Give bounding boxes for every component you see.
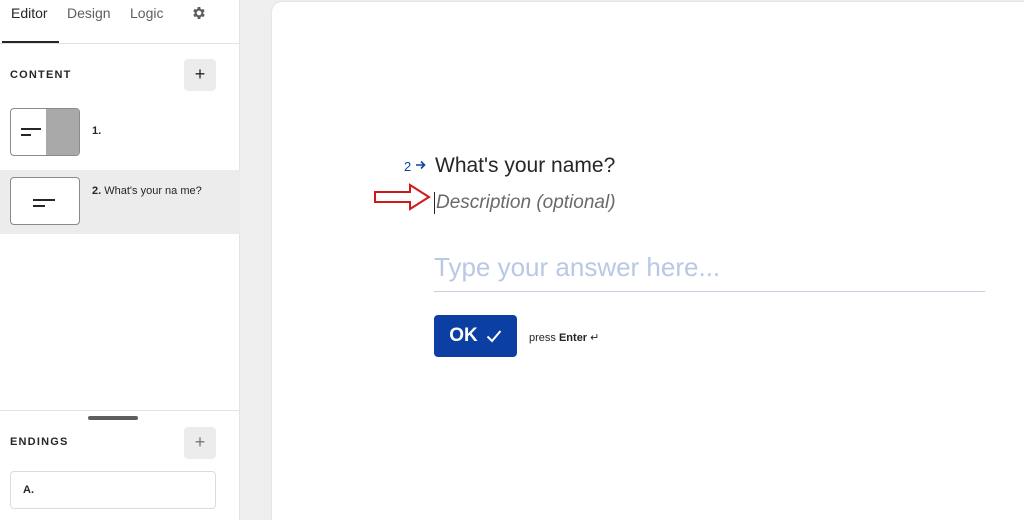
short-text-thumbnail (10, 177, 80, 225)
content-item-2[interactable]: 2. What's your na me? (0, 170, 240, 234)
content-section-title: CONTENT (10, 69, 72, 81)
gear-icon[interactable] (191, 5, 207, 21)
text-cursor (434, 192, 435, 214)
checkmark-icon (486, 330, 502, 343)
enter-key-icon: ↵ (590, 332, 600, 344)
press-enter-hint: press Enter ↵ (529, 332, 600, 344)
tab-design[interactable]: Design (67, 5, 111, 21)
content-item-1[interactable]: 1. (0, 100, 240, 164)
tab-logic[interactable]: Logic (130, 5, 163, 21)
question-description-field[interactable]: Description (optional) (436, 192, 616, 214)
ending-item-a[interactable]: A. (10, 471, 216, 509)
sidebar-tabs: Editor Design Logic (0, 0, 239, 44)
question-number: 2 (404, 159, 412, 174)
panel-resize-handle[interactable] (88, 416, 138, 420)
tab-editor[interactable]: Editor (11, 5, 48, 21)
active-tab-indicator (2, 41, 59, 43)
question-title[interactable]: What's your name? (435, 154, 615, 178)
content-item-label: 2. What's your na me? (92, 185, 202, 197)
add-content-button[interactable]: + (184, 59, 216, 91)
annotation-arrow-icon (374, 183, 431, 211)
endings-divider (0, 410, 240, 411)
ok-button[interactable]: OK (434, 315, 517, 357)
sidebar: Editor Design Logic CONTENT + 1. 2. What… (0, 0, 240, 520)
answer-input[interactable] (434, 249, 985, 292)
statement-thumbnail (10, 108, 80, 156)
endings-section-title: ENDINGS (10, 436, 69, 448)
add-ending-button[interactable]: + (184, 427, 216, 459)
arrow-right-icon (416, 160, 426, 170)
ok-button-label: OK (449, 325, 478, 346)
content-item-label: 1. (92, 125, 102, 137)
